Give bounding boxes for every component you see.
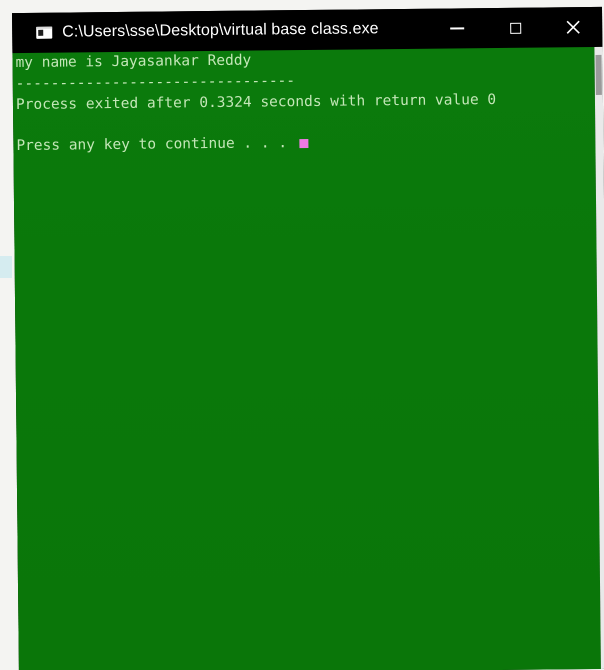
scrollbar-thumb[interactable]: [595, 54, 602, 95]
maximize-button[interactable]: [486, 8, 544, 49]
console-output-area[interactable]: my name is Jayasankar Reddy -------------…: [12, 46, 601, 670]
caption-buttons: [428, 7, 602, 49]
window-title: C:\Users\sse\Desktop\virtual base class.…: [62, 20, 379, 41]
text-cursor: [299, 138, 309, 149]
minimize-icon: [450, 27, 465, 30]
screenshot-stage: C:\Users\sse\Desktop\virtual base class.…: [0, 0, 604, 670]
title-bar[interactable]: C:\Users\sse\Desktop\virtual base class.…: [12, 6, 603, 54]
close-icon: [566, 20, 580, 34]
console-window: C:\Users\sse\Desktop\virtual base class.…: [12, 6, 604, 670]
minimize-button[interactable]: [428, 8, 486, 49]
console-output: my name is Jayasankar Reddy -------------…: [12, 47, 595, 157]
console-prompt-text: Press any key to continue . . .: [16, 135, 296, 155]
console-app-icon: [36, 26, 53, 39]
maximize-icon: [509, 22, 521, 34]
close-button[interactable]: [544, 7, 602, 48]
background-glare: [0, 256, 12, 278]
